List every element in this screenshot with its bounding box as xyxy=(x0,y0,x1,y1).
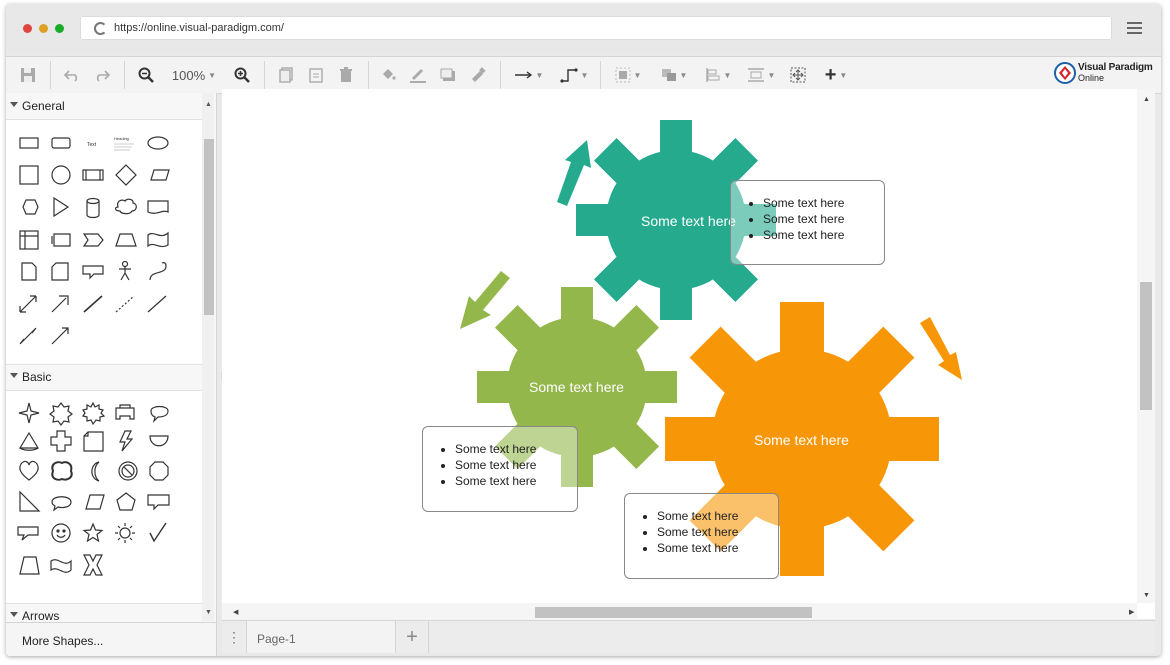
page-tabs-bar: ⋮ Page-1 + xyxy=(222,620,1155,653)
list-item: Some text here xyxy=(455,473,577,489)
scroll-up-icon[interactable]: ▲ xyxy=(1143,96,1150,103)
arrow-orange[interactable] xyxy=(920,317,962,380)
plus-icon: + xyxy=(406,625,418,648)
list-item: Some text here xyxy=(657,524,778,540)
callout-teal[interactable]: Some text here Some text here Some text … xyxy=(730,180,885,265)
scroll-right-icon[interactable]: ▶ xyxy=(1129,608,1134,616)
callout-orange[interactable]: Some text here Some text here Some text … xyxy=(624,493,779,579)
gear-green-label[interactable]: Some text here xyxy=(529,379,624,395)
list-item: Some text here xyxy=(763,227,884,243)
arrow-teal[interactable] xyxy=(557,140,591,206)
scroll-down-icon[interactable]: ▼ xyxy=(1143,592,1150,599)
add-page-button[interactable]: + xyxy=(396,621,429,653)
page-menu-icon[interactable]: ⋮ xyxy=(222,621,246,653)
list-item: Some text here xyxy=(763,195,884,211)
list-item: Some text here xyxy=(455,457,577,473)
scroll-left-icon[interactable]: ◀ xyxy=(233,608,238,616)
list-item: Some text here xyxy=(657,508,778,524)
gear-teal-label[interactable]: Some text here xyxy=(641,213,736,229)
list-item: Some text here xyxy=(657,540,778,556)
callout-orange-list: Some text here Some text here Some text … xyxy=(625,508,778,556)
gear-orange-label[interactable]: Some text here xyxy=(754,432,849,448)
list-item: Some text here xyxy=(455,441,577,457)
page-tab-page-1[interactable]: Page-1 xyxy=(246,621,396,653)
gear-diagram xyxy=(460,120,962,576)
canvas-horizontal-scrollbar-thumb[interactable] xyxy=(535,607,812,618)
callout-green-list: Some text here Some text here Some text … xyxy=(423,441,577,489)
canvas-vertical-scrollbar-thumb[interactable] xyxy=(1140,282,1152,410)
callout-teal-list: Some text here Some text here Some text … xyxy=(731,195,884,243)
list-item: Some text here xyxy=(763,211,884,227)
callout-green[interactable]: Some text here Some text here Some text … xyxy=(422,426,578,512)
